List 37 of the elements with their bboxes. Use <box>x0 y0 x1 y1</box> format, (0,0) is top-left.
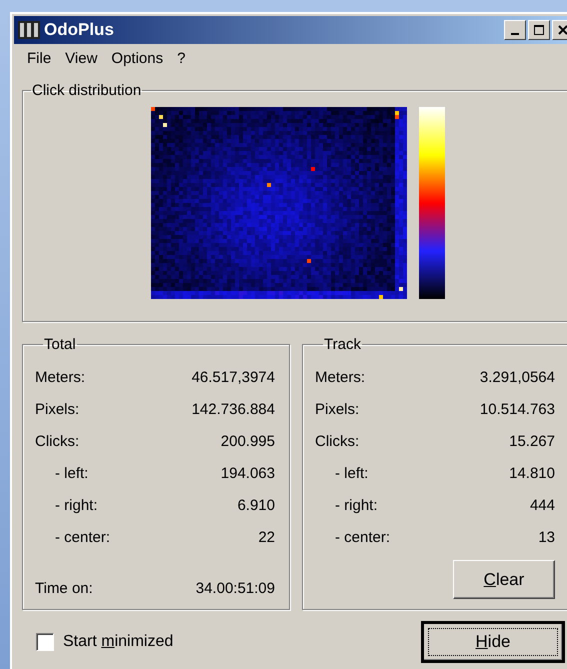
stat-label: - left: <box>55 464 88 482</box>
window-title: OdoPlus <box>44 20 114 40</box>
stat-label: Pixels: <box>35 400 80 418</box>
menu-item[interactable]: File <box>20 50 58 76</box>
menu-item[interactable]: View <box>58 50 104 76</box>
stat-value: 200.995 <box>220 432 275 450</box>
stat-label: Meters: <box>35 368 86 386</box>
stat-label: - right: <box>335 496 378 514</box>
stat-value: 10.514.763 <box>480 400 555 418</box>
stat-value: 34.00:51:09 <box>196 580 275 597</box>
stat-label: Clicks: <box>315 432 360 450</box>
clear-button[interactable]: Clear <box>453 560 555 599</box>
menu-item[interactable]: ? <box>170 50 192 76</box>
stat-label: Pixels: <box>315 400 360 418</box>
stat-value: 3.291,0564 <box>480 368 555 386</box>
stat-label: Time on: <box>35 580 93 597</box>
stat-value: 194.063 <box>220 464 275 482</box>
group-title: Click distribution <box>31 82 142 99</box>
stat-value: 15.267 <box>509 432 555 450</box>
stat-value: 22 <box>258 528 275 546</box>
stat-value: 13 <box>538 528 555 546</box>
start-minimized-checkbox[interactable]: Start minimized <box>36 633 174 651</box>
stat-value: 444 <box>530 496 555 514</box>
stat-value: 142.736.884 <box>192 400 275 418</box>
stat-label: Meters: <box>315 368 366 386</box>
stat-label: - center: <box>55 528 110 546</box>
stat-value: 14.810 <box>509 464 555 482</box>
stat-value: 6.910 <box>237 496 275 514</box>
group-title: Total <box>43 336 77 353</box>
group-title: Track <box>323 336 362 353</box>
stat-label: - right: <box>55 496 98 514</box>
stat-value: 46.517,3974 <box>192 368 275 386</box>
menu-item[interactable]: Options <box>104 50 170 76</box>
stat-label: Clicks: <box>35 432 80 450</box>
stat-label: - left: <box>335 464 368 482</box>
hide-button[interactable]: Hide <box>422 622 564 662</box>
stat-label: - center: <box>335 528 390 546</box>
